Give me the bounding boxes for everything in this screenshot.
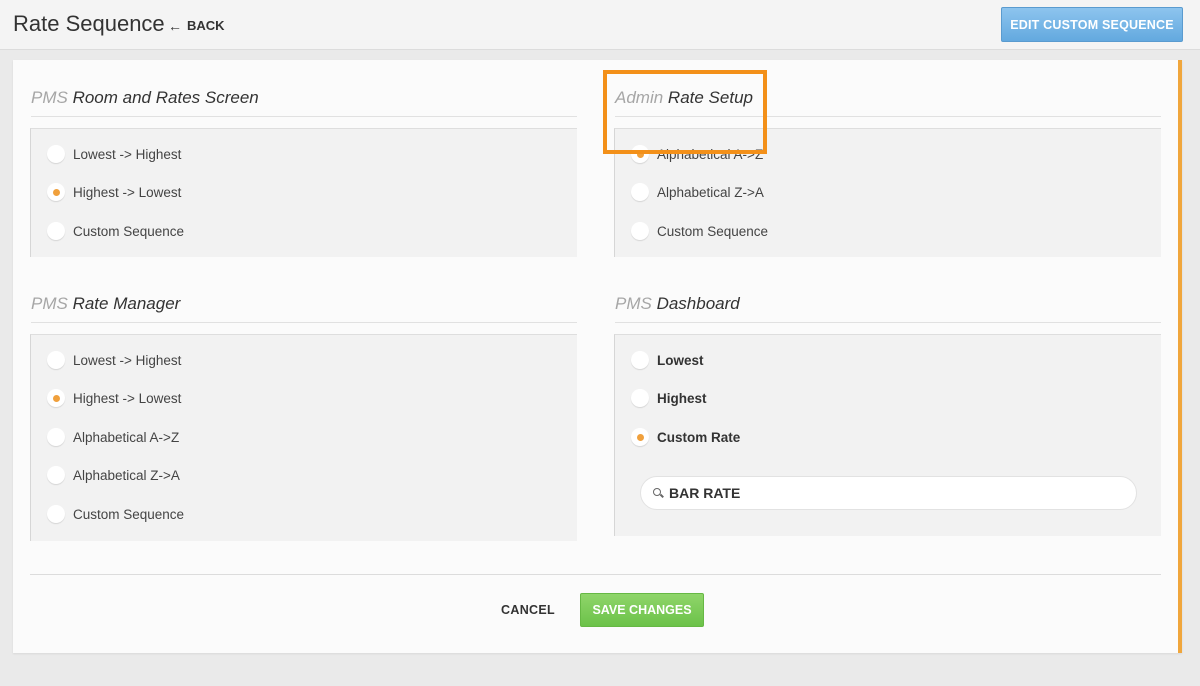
radio-button-selected[interactable]	[631, 428, 649, 446]
footer-divider	[30, 574, 1161, 575]
radio-button-selected[interactable]	[47, 389, 65, 407]
dashboard-option-custom-rate[interactable]: Custom Rate	[631, 426, 740, 448]
radio-button[interactable]	[631, 351, 649, 369]
radio-button[interactable]	[47, 222, 65, 240]
page-title: Rate Sequence	[13, 11, 165, 36]
admin-option-alpha-a-z[interactable]: Alphabetical A->Z	[631, 143, 763, 165]
option-label: Lowest -> Highest	[73, 146, 182, 162]
section-name: Dashboard	[656, 294, 740, 313]
option-label: Custom Rate	[657, 429, 741, 445]
section-name: Rate Manager	[72, 294, 181, 313]
room-rates-options: Lowest -> Highest Highest -> Lowest Cust…	[30, 128, 577, 257]
section-prefix: PMS	[615, 294, 652, 313]
section-prefix: PMS	[31, 88, 68, 107]
back-label: BACK	[187, 18, 225, 33]
left-arrow-icon: ←	[168, 17, 182, 34]
custom-rate-search-input[interactable]	[669, 485, 1109, 501]
option-label: Lowest -> Highest	[73, 352, 182, 368]
rate-manager-option-lowest-highest[interactable]: Lowest -> Highest	[47, 349, 181, 371]
rate-manager-option-highest-lowest[interactable]: Highest -> Lowest	[47, 387, 181, 409]
admin-rate-setup-options: Alphabetical A->Z Alphabetical Z->A Cust…	[614, 128, 1161, 257]
rate-manager-option-alpha-z-a[interactable]: Alphabetical Z->A	[47, 464, 180, 486]
radio-button[interactable]	[47, 428, 65, 446]
rate-manager-options: Lowest -> Highest Highest -> Lowest Alph…	[30, 334, 577, 541]
section-prefix: Admin	[615, 88, 664, 107]
admin-option-custom-sequence[interactable]: Custom Sequence	[631, 220, 768, 242]
room-rates-option-lowest-highest[interactable]: Lowest -> Highest	[47, 143, 181, 165]
option-label: Alphabetical A->Z	[73, 429, 180, 445]
admin-option-alpha-z-a[interactable]: Alphabetical Z->A	[631, 181, 764, 203]
edit-custom-sequence-button[interactable]: EDIT CUSTOM SEQUENCE	[1001, 7, 1183, 42]
radio-button[interactable]	[47, 351, 65, 369]
radio-button[interactable]	[47, 145, 65, 163]
section-title-room-rates: PMS Room and Rates Screen	[31, 88, 577, 117]
radio-button-selected[interactable]	[631, 145, 649, 163]
radio-button-selected[interactable]	[47, 183, 65, 201]
option-label: Custom Sequence	[73, 223, 185, 239]
option-label: Highest -> Lowest	[73, 390, 182, 406]
room-rates-option-custom-sequence[interactable]: Custom Sequence	[47, 220, 184, 242]
custom-rate-search[interactable]	[640, 476, 1137, 510]
section-name: Room and Rates Screen	[72, 88, 259, 107]
option-label: Custom Sequence	[73, 506, 185, 522]
save-changes-button[interactable]: SAVE CHANGES	[580, 593, 704, 627]
section-prefix: PMS	[31, 294, 68, 313]
dashboard-option-highest[interactable]: Highest	[631, 387, 707, 409]
rate-manager-option-custom-sequence[interactable]: Custom Sequence	[47, 503, 184, 525]
search-icon	[653, 488, 663, 498]
dashboard-options: Lowest Highest Custom Rate	[614, 334, 1161, 536]
dashboard-option-lowest[interactable]: Lowest	[631, 349, 704, 371]
option-label: Custom Sequence	[657, 223, 769, 239]
settings-panel: PMS Room and Rates Screen Lowest -> High…	[13, 60, 1182, 653]
option-label: Alphabetical Z->A	[657, 184, 764, 200]
cancel-button[interactable]: CANCEL	[491, 600, 565, 620]
rate-manager-option-alpha-a-z[interactable]: Alphabetical A->Z	[47, 426, 179, 448]
back-link[interactable]: ← BACK	[168, 18, 225, 33]
header: Rate Sequence ← BACK EDIT CUSTOM SEQUENC…	[0, 0, 1200, 50]
room-rates-option-highest-lowest[interactable]: Highest -> Lowest	[47, 181, 181, 203]
radio-button[interactable]	[631, 183, 649, 201]
section-title-rate-manager: PMS Rate Manager	[31, 294, 577, 323]
radio-button[interactable]	[47, 466, 65, 484]
option-label: Lowest	[657, 352, 704, 368]
section-name: Rate Setup	[667, 88, 753, 107]
radio-button[interactable]	[631, 389, 649, 407]
option-label: Highest	[657, 390, 707, 406]
radio-button[interactable]	[631, 222, 649, 240]
radio-button[interactable]	[47, 505, 65, 523]
option-label: Alphabetical Z->A	[73, 467, 180, 483]
option-label: Alphabetical A->Z	[657, 146, 764, 162]
section-title-dashboard: PMS Dashboard	[615, 294, 1161, 323]
option-label: Highest -> Lowest	[73, 184, 182, 200]
section-title-admin-rate-setup: Admin Rate Setup	[615, 88, 1161, 117]
